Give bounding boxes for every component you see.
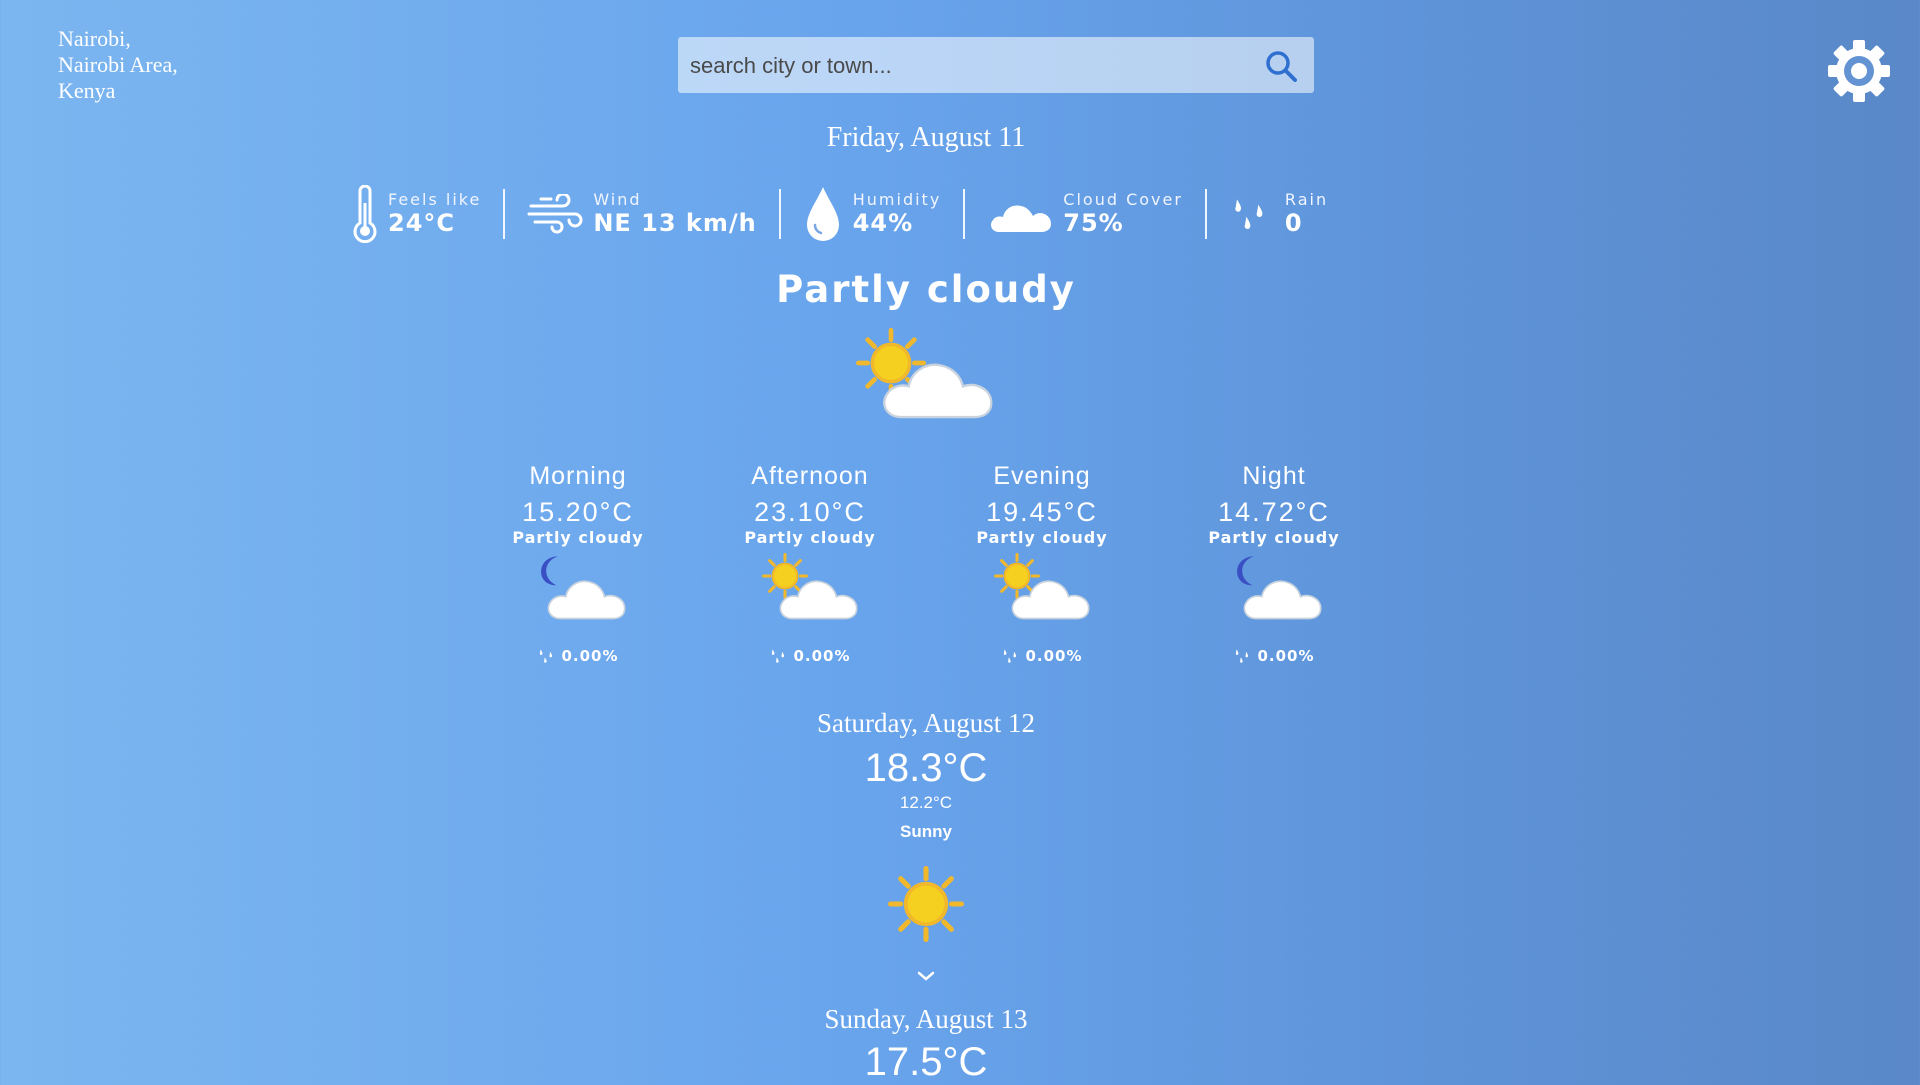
forecast-high-temp: 17.5°C (864, 1040, 988, 1084)
wind-label: Wind (593, 190, 642, 209)
forecast-date: Sunday, August 13 (824, 1004, 1028, 1034)
forecast-high-temp: 18.3°C (864, 746, 988, 790)
period-rain-value: 0.00% (1257, 647, 1315, 665)
current-condition: Partly cloudy (776, 268, 1076, 311)
forecast-low-temp: 12.2°C (899, 793, 953, 812)
period-temp: 23.10°C (754, 497, 866, 527)
rain-drops-icon (1233, 647, 1251, 665)
humidity-label: Humidity (852, 190, 942, 209)
period-rain-value: 0.00% (1025, 647, 1083, 665)
water-drop-icon (806, 187, 839, 241)
stats-bar: Feels like 24°C Wind NE 13 km/h Humidity… (330, 182, 1510, 246)
stat-wind: Wind NE 13 km/h (505, 188, 778, 240)
period-rain: 0.00% (942, 647, 1142, 665)
period-name: Night (1242, 462, 1306, 490)
period-rain-value: 0.00% (561, 647, 619, 665)
cloud-icon (991, 205, 1052, 232)
moon-cloud-icon (1237, 556, 1322, 620)
period-temp: 19.45°C (986, 497, 1098, 527)
wind-icon (527, 194, 583, 234)
feels-like-value: 24°C (388, 209, 456, 237)
period-name: Evening (993, 462, 1091, 490)
thermometer-icon (353, 185, 377, 243)
sun-icon (888, 866, 964, 942)
period-condition: Partly cloudy (976, 528, 1108, 547)
period-condition: Partly cloudy (512, 528, 644, 547)
location-country: Kenya (58, 78, 116, 103)
period-night: Night 14.72°C Partly cloudy 0.00% (1174, 462, 1374, 665)
period-evening: Evening 19.45°C Partly cloudy 0.00% (942, 462, 1142, 665)
period-rain: 0.00% (478, 647, 678, 665)
period-rain: 0.00% (1174, 647, 1374, 665)
search-bar (678, 37, 1314, 95)
sun-cloud-icon (762, 553, 858, 620)
cloud-cover-value: 75% (1063, 209, 1124, 237)
rain-drops-icon (1229, 194, 1269, 234)
today-date: Friday, August 11 (826, 122, 1026, 153)
forecast-condition: Sunny (900, 822, 952, 841)
period-rain: 0.00% (710, 647, 910, 665)
location-label: Nairobi, Nairobi Area, Kenya (58, 26, 178, 104)
period-temp: 14.72°C (1218, 497, 1330, 527)
period-condition: Partly cloudy (1208, 528, 1340, 547)
sun-cloud-icon (994, 553, 1090, 620)
wind-value: NE 13 km/h (593, 209, 757, 237)
location-region: Nairobi Area, (58, 52, 178, 77)
moon-cloud-icon (541, 556, 626, 620)
stat-feels-like: Feels like 24°C (330, 185, 503, 243)
search-input[interactable] (688, 37, 1252, 95)
search-icon[interactable] (1264, 49, 1298, 83)
gear-icon[interactable] (1826, 38, 1892, 104)
period-rain-value: 0.00% (793, 647, 851, 665)
humidity-value: 44% (852, 209, 914, 237)
period-name: Morning (529, 462, 627, 490)
period-temp: 15.20°C (522, 497, 634, 527)
stat-humidity: Humidity 44% (781, 187, 964, 241)
cloud-cover-label: Cloud Cover (1063, 190, 1183, 209)
rain-value: 0 (1284, 209, 1303, 237)
stat-rain: Rain 0 (1207, 188, 1350, 240)
period-name: Afternoon (751, 462, 869, 490)
stat-cloud-cover: Cloud Cover 75% (965, 188, 1205, 240)
forecast-date: Saturday, August 12 (817, 708, 1035, 738)
period-condition: Partly cloudy (744, 528, 876, 547)
feels-like-label: Feels like (388, 190, 482, 209)
period-afternoon: Afternoon 23.10°C Partly cloudy 0.00% (710, 462, 910, 665)
chevron-down-icon[interactable] (914, 968, 938, 984)
location-city: Nairobi, (58, 26, 131, 51)
period-morning: Morning 15.20°C Partly cloudy 0.00% (478, 462, 678, 665)
rain-drops-icon (537, 647, 555, 665)
rain-label: Rain (1284, 190, 1329, 209)
rain-drops-icon (1001, 647, 1019, 665)
sun-cloud-icon (856, 326, 993, 419)
rain-drops-icon (769, 647, 787, 665)
